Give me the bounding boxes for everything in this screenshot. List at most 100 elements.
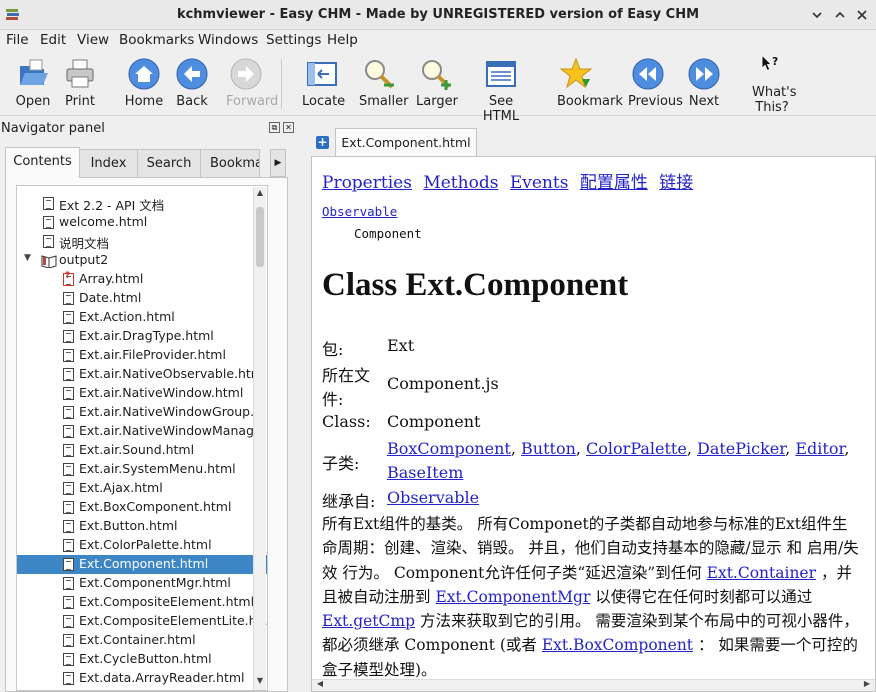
tab-current-page[interactable]: Ext.Component.html <box>335 128 477 157</box>
tab-search[interactable]: Search <box>137 149 201 177</box>
page-icon <box>63 558 74 571</box>
menu-settings[interactable]: Settings <box>266 32 321 48</box>
tree-item[interactable]: welcome.html <box>17 213 267 232</box>
link-events[interactable]: Events <box>510 173 569 193</box>
tree-item[interactable]: Ext.Button.html <box>17 517 267 536</box>
link-config[interactable]: 配置属性 <box>580 173 648 193</box>
tree-item[interactable]: Ext.BoxComponent.html <box>17 498 267 517</box>
next-label: Next <box>688 94 720 109</box>
contents-tree[interactable]: Ext.data.ArrayReader.html Ext.CycleButton… <box>16 185 268 691</box>
tree-item[interactable]: Ext 2.2 - API 文档 <box>17 194 267 213</box>
document-lines-icon <box>486 61 516 87</box>
menu-view[interactable]: View <box>77 32 109 48</box>
scroll-right-arrow[interactable]: ▶ <box>861 679 873 691</box>
tree-item-label: output2 <box>59 252 109 267</box>
class-label: Class: <box>322 412 371 431</box>
tree-item-label: welcome.html <box>59 214 148 229</box>
tree-item-label: Array.html <box>79 271 144 286</box>
tree-item[interactable]: Ext.air.NativeWindowManag... <box>17 422 267 441</box>
close-window-button[interactable] <box>852 5 872 25</box>
scroll-up-arrow[interactable]: ▲ <box>254 188 266 202</box>
tree-item[interactable]: Ext.CycleButton.html <box>17 650 267 669</box>
close-panel-button[interactable]: ✕ <box>283 122 294 133</box>
scrollbar-thumb[interactable] <box>256 207 264 267</box>
extends-link[interactable]: Observable <box>387 488 479 507</box>
back-label: Back <box>176 94 208 109</box>
minimize-button[interactable] <box>807 5 827 25</box>
componentmgr-link[interactable]: Ext.ComponentMgr <box>435 588 590 606</box>
page-icon <box>63 596 74 609</box>
tree-item[interactable]: Ext.air.FileProvider.html <box>17 346 267 365</box>
maximize-button[interactable] <box>830 5 850 25</box>
panel-splitter[interactable] <box>296 120 301 692</box>
tree-item-label: Ext 2.2 - API 文档 <box>59 198 165 213</box>
subclass-link[interactable]: Button <box>521 439 576 458</box>
tree-item[interactable]: Ext.ComponentMgr.html <box>17 574 267 593</box>
tree-item[interactable]: ▼ output2 <box>17 251 267 270</box>
link-properties[interactable]: Properties <box>322 173 412 193</box>
tree-item[interactable]: 说明文档 <box>17 232 267 251</box>
new-tab-button[interactable]: + <box>316 136 329 149</box>
boxcomponent-link[interactable]: Ext.BoxComponent <box>542 636 693 654</box>
menu-help[interactable]: Help <box>327 32 358 48</box>
link-methods[interactable]: Methods <box>423 173 498 193</box>
subclass-link[interactable]: DatePicker <box>697 439 785 458</box>
tree-item[interactable]: Date.html <box>17 289 267 308</box>
tab-contents[interactable]: Contents <box>5 147 80 178</box>
tree-item[interactable]: Ext.air.Sound.html <box>17 441 267 460</box>
tree-item[interactable]: Ext.Component.html <box>17 555 267 574</box>
subclass-link[interactable]: ColorPalette <box>586 439 687 458</box>
subclass-link[interactable]: Editor <box>795 439 844 458</box>
tree-item[interactable]: Ext.air.NativeObservable.html <box>17 365 267 384</box>
home-icon <box>128 58 160 90</box>
tree-item[interactable]: Ext.Action.html <box>17 308 267 327</box>
package-label: 包: <box>322 340 344 359</box>
link-links[interactable]: 链接 <box>659 173 693 193</box>
navigator-pane: Ext.data.ArrayReader.html Ext.CycleButton… <box>5 177 288 692</box>
locate-icon <box>307 62 337 86</box>
smaller-label: Smaller <box>359 94 409 109</box>
float-panel-button[interactable]: ⧉ <box>269 122 280 133</box>
tree-item[interactable]: Ext.ColorPalette.html <box>17 536 267 555</box>
expand-arrow-icon[interactable]: ▼ <box>24 253 31 263</box>
subclass-link[interactable]: BaseItem <box>387 463 463 482</box>
menu-file[interactable]: File <box>6 32 29 48</box>
tab-scroll-right[interactable]: ▶ <box>270 149 286 177</box>
tree-item-label: Ext.air.FileProvider.html <box>79 347 226 362</box>
page-icon <box>63 501 74 514</box>
tree-item[interactable]: Ext.air.DragType.html <box>17 327 267 346</box>
menu-edit[interactable]: Edit <box>40 32 66 48</box>
content-hscrollbar[interactable]: ◀ ▶ <box>312 679 875 691</box>
tree-item[interactable]: Ext.air.NativeWindow.html <box>17 384 267 403</box>
page-icon <box>63 653 74 666</box>
menu-windows[interactable]: Windows <box>198 32 258 48</box>
page-icon <box>63 368 74 381</box>
tree-item[interactable]: Ext.CompositeElement.html <box>17 593 267 612</box>
scroll-down-arrow[interactable]: ▼ <box>254 676 266 690</box>
star-icon <box>560 57 593 89</box>
tree-item[interactable]: Ext.air.SystemMenu.html <box>17 460 267 479</box>
navigator-tabs: Contents Index Search Bookma ▶ <box>5 147 288 178</box>
tree-item[interactable]: Ext.Container.html <box>17 631 267 650</box>
tab-index[interactable]: Index <box>79 149 138 177</box>
hierarchy-parent-link[interactable]: Observable <box>322 204 397 219</box>
tree-item-label: Ext.Container.html <box>79 632 196 647</box>
missing-page-icon: ? <box>63 271 74 286</box>
page-icon <box>63 292 74 305</box>
tab-bookmarks[interactable]: Bookma <box>200 149 260 177</box>
tree-item[interactable]: ? Array.html <box>17 270 267 289</box>
tree-item-label: Ext.CycleButton.html <box>79 651 212 666</box>
container-link[interactable]: Ext.Container <box>707 564 816 582</box>
tree-item[interactable]: Ext.data.ArrayReader.html <box>17 669 267 688</box>
tree-item[interactable]: Ext.air.NativeWindowGroup.... <box>17 403 267 422</box>
page-icon <box>63 520 74 533</box>
scroll-left-arrow[interactable]: ◀ <box>314 679 326 691</box>
getcmp-link[interactable]: Ext.getCmp <box>322 612 415 630</box>
tree-item[interactable]: Ext.Ajax.html <box>17 479 267 498</box>
subclass-link[interactable]: BoxComponent <box>387 439 511 458</box>
title-bar: kchmviewer - Easy CHM - Made by UNREGIST… <box>0 0 876 30</box>
menu-bookmarks[interactable]: Bookmarks <box>119 32 194 48</box>
tree-item[interactable]: Ext.CompositeElementLite.ht... <box>17 612 267 631</box>
tree-scrollbar[interactable]: ▲ ▼ <box>253 187 266 690</box>
forward-label: Forward <box>226 94 279 109</box>
